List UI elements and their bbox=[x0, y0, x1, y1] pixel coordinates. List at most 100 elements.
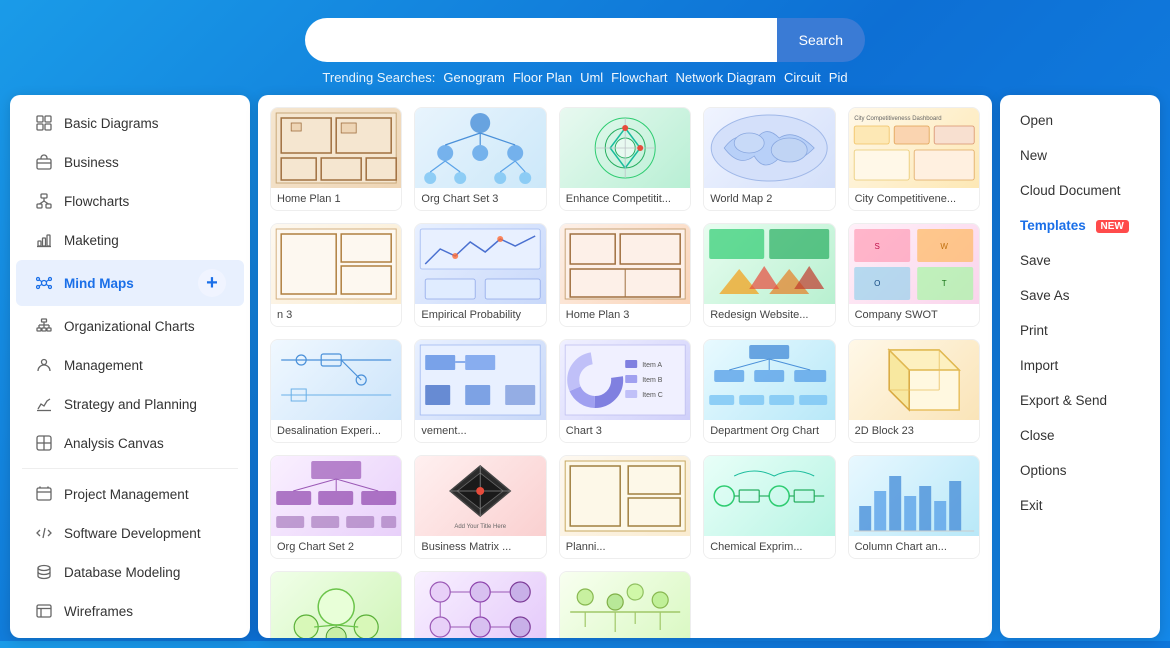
grid-icon bbox=[34, 113, 54, 133]
sidebar-item-info-technique[interactable]: Information Technique bbox=[16, 631, 244, 638]
sidebar-label: Strategy and Planning bbox=[64, 397, 197, 412]
mgmt-icon bbox=[34, 355, 54, 375]
template-card-planning[interactable]: Planni... bbox=[559, 455, 691, 559]
template-card-probability[interactable]: Empirical Probability bbox=[414, 223, 546, 327]
template-label: Home Plan 1 bbox=[271, 188, 401, 210]
template-thumb bbox=[415, 340, 545, 420]
template-card-english[interactable]: English Part Of Sp... bbox=[270, 571, 402, 638]
template-thumb: City Competitiveness Dashboard bbox=[849, 108, 979, 188]
template-card-movement[interactable]: vement... bbox=[414, 339, 546, 443]
template-card-plan3[interactable]: n 3 bbox=[270, 223, 402, 327]
sidebar-item-business[interactable]: Business bbox=[16, 143, 244, 181]
sidebar-label: Maketing bbox=[64, 233, 119, 248]
template-card-flowsample[interactable]: Flowchart Sample bbox=[414, 571, 546, 638]
template-label: World Map 2 bbox=[704, 188, 834, 210]
new-button[interactable]: + bbox=[198, 269, 226, 297]
rp-open[interactable]: Open bbox=[1000, 103, 1160, 138]
template-card-desalination[interactable]: Desalination Experi... bbox=[270, 339, 402, 443]
template-thumb bbox=[704, 108, 834, 188]
template-card-home-plan-1[interactable]: Home Plan 1 bbox=[270, 107, 402, 211]
sidebar-item-maketing[interactable]: Maketing bbox=[16, 221, 244, 259]
search-button[interactable]: Search bbox=[777, 18, 865, 62]
svg-text:City Competitiveness Dashboard: City Competitiveness Dashboard bbox=[854, 116, 941, 122]
template-thumb: Add Your Title Here bbox=[415, 456, 545, 536]
template-label: Company SWOT bbox=[849, 304, 979, 326]
template-thumb bbox=[415, 108, 545, 188]
template-thumb bbox=[560, 108, 690, 188]
template-card-org-chart-3[interactable]: Org Chart Set 3 bbox=[414, 107, 546, 211]
rp-options[interactable]: Options bbox=[1000, 453, 1160, 488]
rp-save-as[interactable]: Save As bbox=[1000, 278, 1160, 313]
rp-save[interactable]: Save bbox=[1000, 243, 1160, 278]
softdev-icon bbox=[34, 523, 54, 543]
trending-searches: Trending Searches: Genogram Floor Plan U… bbox=[322, 70, 847, 85]
sidebar-item-mind-maps[interactable]: Mind Maps + bbox=[16, 260, 244, 306]
header: Search Trending Searches: Genogram Floor… bbox=[0, 0, 1170, 95]
template-label: Department Org Chart bbox=[704, 420, 834, 442]
template-card-world-map[interactable]: World Map 2 bbox=[703, 107, 835, 211]
search-input[interactable] bbox=[305, 18, 777, 62]
trending-network[interactable]: Network Diagram bbox=[676, 70, 776, 85]
trending-floor-plan[interactable]: Floor Plan bbox=[513, 70, 572, 85]
sidebar-label: Organizational Charts bbox=[64, 319, 195, 334]
sidebar-item-software-dev[interactable]: Software Development bbox=[16, 514, 244, 552]
trending-pid[interactable]: Pid bbox=[829, 70, 848, 85]
template-card-home-plan-3[interactable]: Home Plan 3 bbox=[559, 223, 691, 327]
sidebar-item-management[interactable]: Management bbox=[16, 346, 244, 384]
sidebar-label: Project Management bbox=[64, 487, 189, 502]
template-card-column-chart[interactable]: Column Chart an... bbox=[848, 455, 980, 559]
sidebar-item-project-mgmt[interactable]: Project Management bbox=[16, 475, 244, 513]
rp-new[interactable]: New bbox=[1000, 138, 1160, 173]
template-label: n 3 bbox=[271, 304, 401, 326]
template-thumb bbox=[415, 224, 545, 304]
rp-print[interactable]: Print bbox=[1000, 313, 1160, 348]
sidebar-item-org-charts[interactable]: Organizational Charts bbox=[16, 307, 244, 345]
template-thumb bbox=[271, 572, 401, 638]
template-card-chemical[interactable]: Chemical Exprim... bbox=[703, 455, 835, 559]
template-card-city[interactable]: City Competitiveness Dashboard City Comp… bbox=[848, 107, 980, 211]
sidebar-label: Basic Diagrams bbox=[64, 116, 159, 131]
template-card-org-set2[interactable]: Org Chart Set 2 bbox=[270, 455, 402, 559]
sidebar-item-database[interactable]: Database Modeling bbox=[16, 553, 244, 591]
template-card-dept-org[interactable]: Department Org Chart bbox=[703, 339, 835, 443]
sidebar-item-flowcharts[interactable]: Flowcharts bbox=[16, 182, 244, 220]
svg-text:Add Your Title Here: Add Your Title Here bbox=[455, 524, 507, 530]
template-card-website[interactable]: Redesign Website... bbox=[703, 223, 835, 327]
rp-export-send[interactable]: Export & Send bbox=[1000, 383, 1160, 418]
trending-flowchart[interactable]: Flowchart bbox=[611, 70, 667, 85]
sidebar-item-wireframes[interactable]: Wireframes bbox=[16, 592, 244, 630]
new-badge: NEW bbox=[1096, 220, 1129, 233]
rp-templates[interactable]: Templates NEW bbox=[1000, 208, 1160, 243]
template-card-biz-matrix[interactable]: Add Your Title Here Business Matrix ... bbox=[414, 455, 546, 559]
template-label: Desalination Experi... bbox=[271, 420, 401, 442]
template-card-swot[interactable]: SWOT Company SWOT bbox=[848, 223, 980, 327]
template-card-enhance[interactable]: Enhance Competitit... bbox=[559, 107, 691, 211]
rp-import[interactable]: Import bbox=[1000, 348, 1160, 383]
svg-text:Item C: Item C bbox=[642, 392, 663, 399]
template-thumb bbox=[704, 340, 834, 420]
rp-cloud-doc[interactable]: Cloud Document bbox=[1000, 173, 1160, 208]
main-layout: Basic Diagrams Business Flowcharts Maket… bbox=[0, 95, 1170, 648]
template-card-life-plan[interactable]: Life Plan bbox=[559, 571, 691, 638]
template-label: Chart 3 bbox=[560, 420, 690, 442]
sidebar-label: Flowcharts bbox=[64, 194, 129, 209]
template-card-2d-block[interactable]: 2D Block 23 bbox=[848, 339, 980, 443]
sidebar-item-strategy[interactable]: Strategy and Planning bbox=[16, 385, 244, 423]
template-label: Org Chart Set 2 bbox=[271, 536, 401, 558]
svg-text:Item A: Item A bbox=[642, 362, 662, 369]
briefcase-icon bbox=[34, 152, 54, 172]
template-label: Planni... bbox=[560, 536, 690, 558]
rp-exit[interactable]: Exit bbox=[1000, 488, 1160, 523]
trending-genogram[interactable]: Genogram bbox=[443, 70, 504, 85]
sidebar-label: Wireframes bbox=[64, 604, 133, 619]
template-card-chart3[interactable]: Item AItem BItem C Chart 3 bbox=[559, 339, 691, 443]
wire-icon bbox=[34, 601, 54, 621]
template-label: Column Chart an... bbox=[849, 536, 979, 558]
rp-close[interactable]: Close bbox=[1000, 418, 1160, 453]
trending-uml[interactable]: Uml bbox=[580, 70, 603, 85]
trending-circuit[interactable]: Circuit bbox=[784, 70, 821, 85]
sidebar-item-analysis[interactable]: Analysis Canvas bbox=[16, 424, 244, 462]
template-thumb bbox=[560, 224, 690, 304]
sidebar-item-basic-diagrams[interactable]: Basic Diagrams bbox=[16, 104, 244, 142]
sidebar-label: Software Development bbox=[64, 526, 201, 541]
